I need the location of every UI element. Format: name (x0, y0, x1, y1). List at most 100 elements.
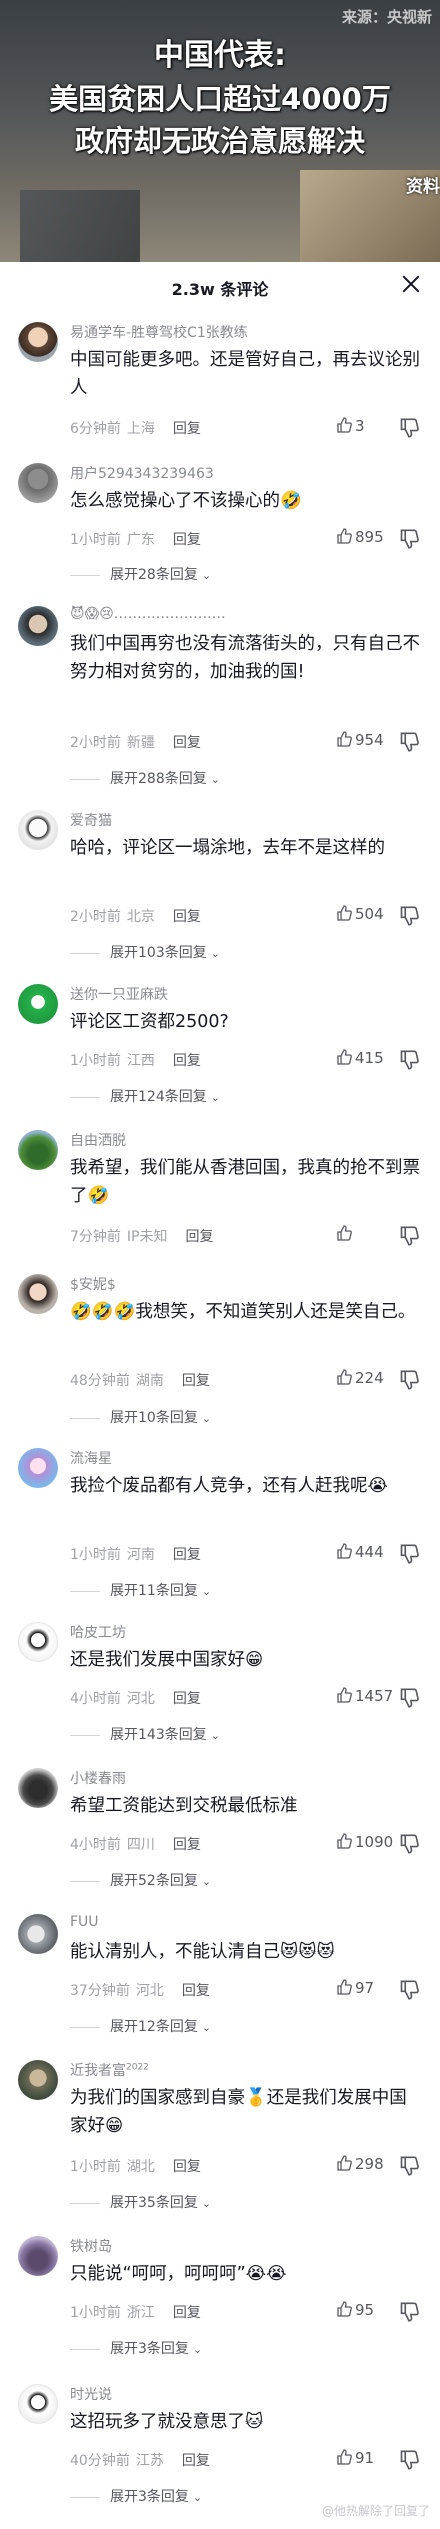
like-button[interactable]: 1457 (336, 1687, 393, 1705)
reply-button[interactable]: 回复 (173, 421, 201, 437)
like-button[interactable]: 415 (336, 1049, 384, 1067)
avatar[interactable] (18, 1274, 58, 1314)
avatar[interactable] (18, 1130, 58, 1170)
comment-username[interactable]: 哈皮工坊 (70, 1622, 126, 1642)
like-count: 224 (355, 1369, 384, 1387)
reply-button[interactable]: 回复 (173, 2159, 201, 2175)
expand-replies-button[interactable]: 展开11条回复 ⌄ (70, 1580, 211, 1600)
avatar[interactable] (18, 810, 58, 850)
comment-meta: 1小时前 江西 回复 (70, 1050, 207, 1070)
reply-button[interactable]: 回复 (173, 1053, 201, 1069)
comment-username[interactable]: 易通学车-胜尊驾校C1张教练 (70, 322, 248, 342)
avatar[interactable] (18, 2384, 58, 2424)
video-frame[interactable]: 来源：央视新 中国代表: 美国贫困人口超过4000万 政府却无政治意愿解决 资料 (0, 0, 440, 262)
comment-location: 河北 (135, 1983, 164, 1999)
avatar[interactable] (18, 1768, 58, 1808)
thumb-up-icon (337, 2449, 352, 2465)
comment-time: 1小时前 (70, 532, 121, 548)
reply-button[interactable]: 回复 (173, 532, 201, 548)
expand-replies-label: 展开103条回复 (110, 945, 207, 961)
like-button[interactable]: 3 (336, 417, 365, 435)
expand-replies-button[interactable]: 展开288条回复 ⌄ (70, 768, 220, 788)
expand-replies-button[interactable]: 展开10条回复 ⌄ (70, 1407, 211, 1427)
like-button[interactable]: 1090 (336, 1833, 393, 1851)
comment-location: 上海 (126, 421, 155, 437)
reply-button[interactable]: 回复 (173, 1691, 201, 1707)
expand-replies-button[interactable]: 展开52条回复 ⌄ (70, 1870, 211, 1890)
like-button[interactable]: 895 (336, 528, 384, 546)
comment-username[interactable]: 铁树岛 (70, 2236, 112, 2256)
thumb-down-icon[interactable] (398, 2156, 420, 2176)
thumb-down-icon[interactable] (398, 2302, 420, 2322)
reply-button[interactable]: 回复 (173, 1547, 201, 1563)
thumb-down-icon[interactable] (398, 1370, 420, 1390)
avatar[interactable] (18, 606, 58, 646)
close-icon[interactable] (398, 271, 424, 297)
comment-username[interactable]: 近我者富2022 (70, 2060, 149, 2080)
avatar[interactable] (18, 1448, 58, 1488)
avatar[interactable] (18, 2060, 58, 2100)
thumb-down-icon[interactable] (398, 2450, 420, 2470)
reply-button[interactable]: 回复 (182, 2453, 210, 2469)
expand-replies-button[interactable]: 展开143条回复 ⌄ (70, 1724, 220, 1744)
comment-meta: 1小时前 广东 回复 (70, 529, 207, 549)
thumb-down-icon[interactable] (398, 1834, 420, 1854)
thumb-down-icon[interactable] (398, 529, 420, 549)
reply-button[interactable]: 回复 (182, 1373, 210, 1389)
avatar[interactable] (18, 322, 58, 362)
thumb-down-icon[interactable] (398, 1050, 420, 1070)
expand-replies-button[interactable]: 展开103条回复 ⌄ (70, 942, 220, 962)
comment-username[interactable]: $安妮$ (70, 1274, 116, 1294)
comment-username[interactable]: 流海星 (70, 1448, 112, 1468)
like-count: 91 (355, 2449, 375, 2467)
avatar[interactable] (18, 984, 58, 1024)
comment-meta: 48分钟前 湖南 回复 (70, 1370, 216, 1390)
comment-username[interactable]: 😈😱😢…………………… (70, 606, 226, 622)
comment-username[interactable]: 小楼春雨 (70, 1768, 126, 1788)
thumb-down-icon[interactable] (398, 1544, 420, 1564)
reply-button[interactable]: 回复 (173, 1837, 201, 1853)
like-count: 3 (355, 417, 365, 435)
comment-meta: 1小时前 河南 回复 (70, 1544, 207, 1564)
like-button[interactable]: 97 (336, 1979, 374, 1997)
reply-button[interactable]: 回复 (173, 909, 201, 925)
comment-time: 1小时前 (70, 2159, 121, 2175)
reply-button[interactable]: 回复 (186, 1229, 214, 1245)
thumb-down-icon[interactable] (398, 732, 420, 752)
reply-button[interactable]: 回复 (173, 735, 201, 751)
like-button[interactable]: 504 (336, 905, 384, 923)
like-button[interactable]: 91 (336, 2449, 374, 2467)
thumb-down-icon[interactable] (398, 906, 420, 926)
comment-username[interactable]: 自由洒脱 (70, 1130, 126, 1150)
like-button[interactable]: 298 (336, 2155, 384, 2173)
comment-username[interactable]: 爱奇猫 (70, 810, 112, 830)
like-button[interactable]: 444 (336, 1543, 384, 1561)
expand-replies-button[interactable]: 展开3条回复 ⌄ (70, 2486, 202, 2506)
thumb-down-icon[interactable] (398, 1980, 420, 2000)
reply-button[interactable]: 回复 (182, 1983, 210, 1999)
like-button[interactable] (336, 1225, 355, 1243)
thumb-down-icon[interactable] (398, 1688, 420, 1708)
comment-username[interactable]: 用户5294343239463 (70, 463, 214, 483)
expand-replies-button[interactable]: 展开12条回复 ⌄ (70, 2016, 211, 2036)
avatar[interactable] (18, 2236, 58, 2276)
like-button[interactable]: 95 (336, 2301, 374, 2319)
comment-username[interactable]: 送你一只亚麻跌 (70, 984, 168, 1004)
expand-replies-label: 展开12条回复 (110, 2019, 198, 2035)
like-button[interactable]: 954 (336, 731, 384, 749)
expand-replies-button[interactable]: 展开3条回复 ⌄ (70, 2338, 202, 2358)
avatar[interactable] (18, 1914, 58, 1954)
comment-username[interactable]: 时光说 (70, 2384, 112, 2404)
avatar[interactable] (18, 1622, 58, 1662)
expand-replies-button[interactable]: 展开28条回复 ⌄ (70, 564, 211, 584)
comment-username[interactable]: FUU (70, 1914, 99, 1930)
reply-button[interactable]: 回复 (173, 2305, 201, 2321)
comment-meta: 7分钟前 IP未知 回复 (70, 1226, 220, 1246)
thumb-down-icon[interactable] (398, 418, 420, 438)
avatar[interactable] (18, 463, 58, 503)
expand-replies-button[interactable]: 展开124条回复 ⌄ (70, 1086, 220, 1106)
comment-meta: 2小时前 新疆 回复 (70, 732, 207, 752)
like-button[interactable]: 224 (336, 1369, 384, 1387)
expand-replies-button[interactable]: 展开35条回复 ⌄ (70, 2192, 211, 2212)
thumb-down-icon[interactable] (398, 1226, 420, 1246)
